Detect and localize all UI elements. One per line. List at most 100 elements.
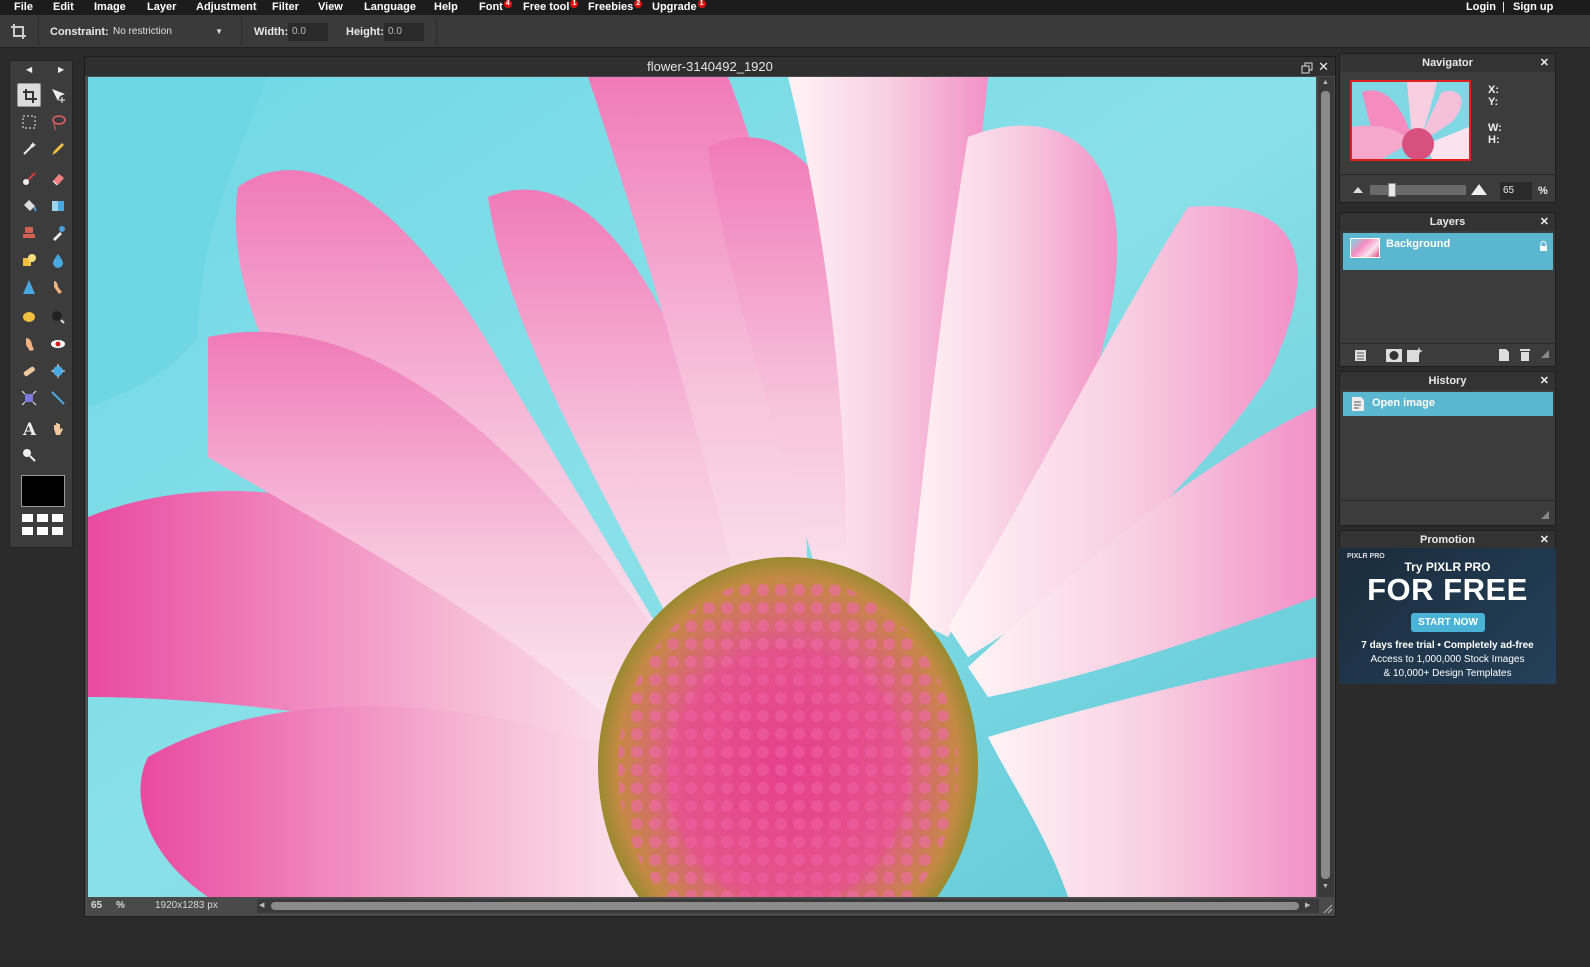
zoom-input[interactable]: 65: [1500, 182, 1532, 200]
zoom-readout[interactable]: 65: [91, 900, 102, 911]
text-icon: A: [22, 420, 37, 436]
menu-label: Free tool: [523, 1, 570, 13]
menu-image[interactable]: Image: [94, 0, 126, 15]
menu-upgrade[interactable]: Upgrade 1: [652, 0, 706, 15]
navigator-thumbnail[interactable]: [1350, 80, 1471, 161]
bloat-tool[interactable]: [46, 359, 70, 383]
zoom-slider[interactable]: [1370, 183, 1466, 197]
horizontal-scrollbar[interactable]: ◀ ▶: [257, 899, 1319, 913]
crop-tool[interactable]: [17, 83, 41, 107]
blur-tool[interactable]: [46, 248, 70, 272]
panel-resize-icon[interactable]: [1540, 510, 1550, 520]
lasso-tool[interactable]: [46, 110, 70, 134]
new-layer-icon[interactable]: [1498, 348, 1510, 362]
pencil-tool[interactable]: [46, 137, 70, 161]
wand-tool[interactable]: [17, 137, 41, 161]
smudge-tool[interactable]: [46, 275, 70, 299]
horizontal-scroll-thumb[interactable]: [271, 902, 1299, 910]
scroll-down-icon[interactable]: ▼: [1322, 883, 1329, 890]
menu-free-tool[interactable]: Free tool 1: [523, 0, 579, 15]
layer-settings-icon[interactable]: [1354, 349, 1367, 362]
scroll-up-icon[interactable]: ▲: [1322, 79, 1329, 86]
blur-icon: [53, 254, 63, 268]
notification-badge: 2: [634, 0, 643, 8]
layer-styles-icon[interactable]: [1407, 347, 1423, 362]
signup-link[interactable]: Sign up: [1513, 0, 1553, 15]
close-icon[interactable]: ✕: [1540, 54, 1549, 72]
menu-file[interactable]: File: [14, 0, 33, 15]
menu-freebies[interactable]: Freebies 2: [588, 0, 643, 15]
toolbox-prev-arrow-icon[interactable]: ◀: [26, 65, 32, 74]
move-icon: [52, 89, 65, 103]
zoom-slider-thumb[interactable]: [1387, 183, 1396, 197]
close-icon[interactable]: ✕: [1540, 213, 1549, 231]
width-field[interactable]: 0.0: [288, 23, 328, 41]
menu-layer[interactable]: Layer: [147, 0, 176, 15]
menu-language[interactable]: Language: [364, 0, 416, 15]
line-tool[interactable]: [46, 386, 70, 410]
delete-layer-icon[interactable]: [1519, 348, 1531, 362]
start-now-button[interactable]: START NOW: [1411, 613, 1485, 632]
zoom-in-icon[interactable]: [1470, 182, 1488, 196]
foreground-color-swatch[interactable]: [21, 475, 65, 507]
marquee-tool[interactable]: [17, 110, 41, 134]
menu-view[interactable]: View: [318, 0, 343, 15]
red-eye-icon: [51, 340, 65, 348]
menu-adjustment[interactable]: Adjustment: [196, 0, 257, 15]
spot-heal-tool[interactable]: [17, 359, 41, 383]
menu-edit[interactable]: Edit: [53, 0, 74, 15]
hand-tool[interactable]: [46, 416, 70, 440]
red-eye-tool[interactable]: [46, 332, 70, 356]
height-field[interactable]: 0.0: [384, 23, 424, 41]
history-item[interactable]: Open image: [1343, 392, 1553, 416]
gradient-tool[interactable]: [46, 194, 70, 218]
sharpen-tool[interactable]: [17, 275, 41, 299]
stamp-tool[interactable]: [17, 221, 41, 245]
hand-icon: [54, 423, 63, 435]
history-panel: History ✕ Open image: [1339, 371, 1556, 526]
scroll-right-icon[interactable]: ▶: [1305, 901, 1310, 909]
constraint-select[interactable]: No restriction ▼: [109, 23, 229, 41]
history-header: History ✕: [1340, 372, 1555, 390]
sponge-tool[interactable]: [17, 305, 41, 329]
image-canvas[interactable]: [88, 77, 1316, 897]
bucket-tool[interactable]: [17, 194, 41, 218]
zoom-tool[interactable]: [17, 443, 41, 467]
menu-help[interactable]: Help: [434, 0, 458, 15]
zoom-out-icon[interactable]: [1352, 184, 1364, 194]
nav-y-label: Y:: [1488, 96, 1499, 108]
layout-grid-icon[interactable]: [21, 513, 65, 537]
restore-window-icon[interactable]: [1301, 60, 1313, 74]
layer-row[interactable]: Background: [1343, 233, 1553, 270]
vertical-scrollbar[interactable]: ▲ ▼: [1318, 77, 1334, 897]
layer-thumbnail: [1350, 238, 1380, 258]
move-tool[interactable]: [46, 83, 70, 107]
color-picker-tool[interactable]: [46, 221, 70, 245]
eraser-tool[interactable]: [46, 167, 70, 191]
shape-icon: [23, 254, 36, 266]
login-link[interactable]: Login: [1466, 0, 1496, 15]
resize-handle-icon[interactable]: [1323, 904, 1333, 914]
close-icon[interactable]: ✕: [1540, 531, 1549, 549]
width-label: Width:: [254, 26, 289, 38]
text-tool[interactable]: A: [17, 416, 41, 440]
zoom-percent: %: [1538, 185, 1548, 197]
shape-tool[interactable]: [17, 248, 41, 272]
layer-mask-icon[interactable]: [1386, 349, 1402, 362]
close-icon[interactable]: ✕: [1540, 372, 1549, 390]
brush-tool[interactable]: [17, 167, 41, 191]
toolbox-next-arrow-icon[interactable]: ▶: [58, 65, 64, 74]
menu-filter[interactable]: Filter: [272, 0, 299, 15]
menu-font[interactable]: Font 4: [479, 0, 512, 15]
vertical-scroll-thumb[interactable]: [1321, 91, 1330, 879]
close-window-icon[interactable]: ✕: [1318, 57, 1329, 76]
menu-label: Image: [94, 1, 126, 13]
burn-tool[interactable]: [46, 305, 70, 329]
dodge-tool[interactable]: [17, 332, 41, 356]
scroll-left-icon[interactable]: ◀: [259, 901, 264, 909]
promotion-title: Promotion: [1420, 534, 1475, 546]
tool-options-bar: Constraint: No restriction ▼ Width: 0.0 …: [0, 15, 1590, 48]
panel-resize-icon[interactable]: [1540, 349, 1550, 359]
pinch-tool[interactable]: [17, 386, 41, 410]
promotion-banner[interactable]: PIXLR PRO Try PIXLR PRO FOR FREE START N…: [1339, 548, 1556, 684]
